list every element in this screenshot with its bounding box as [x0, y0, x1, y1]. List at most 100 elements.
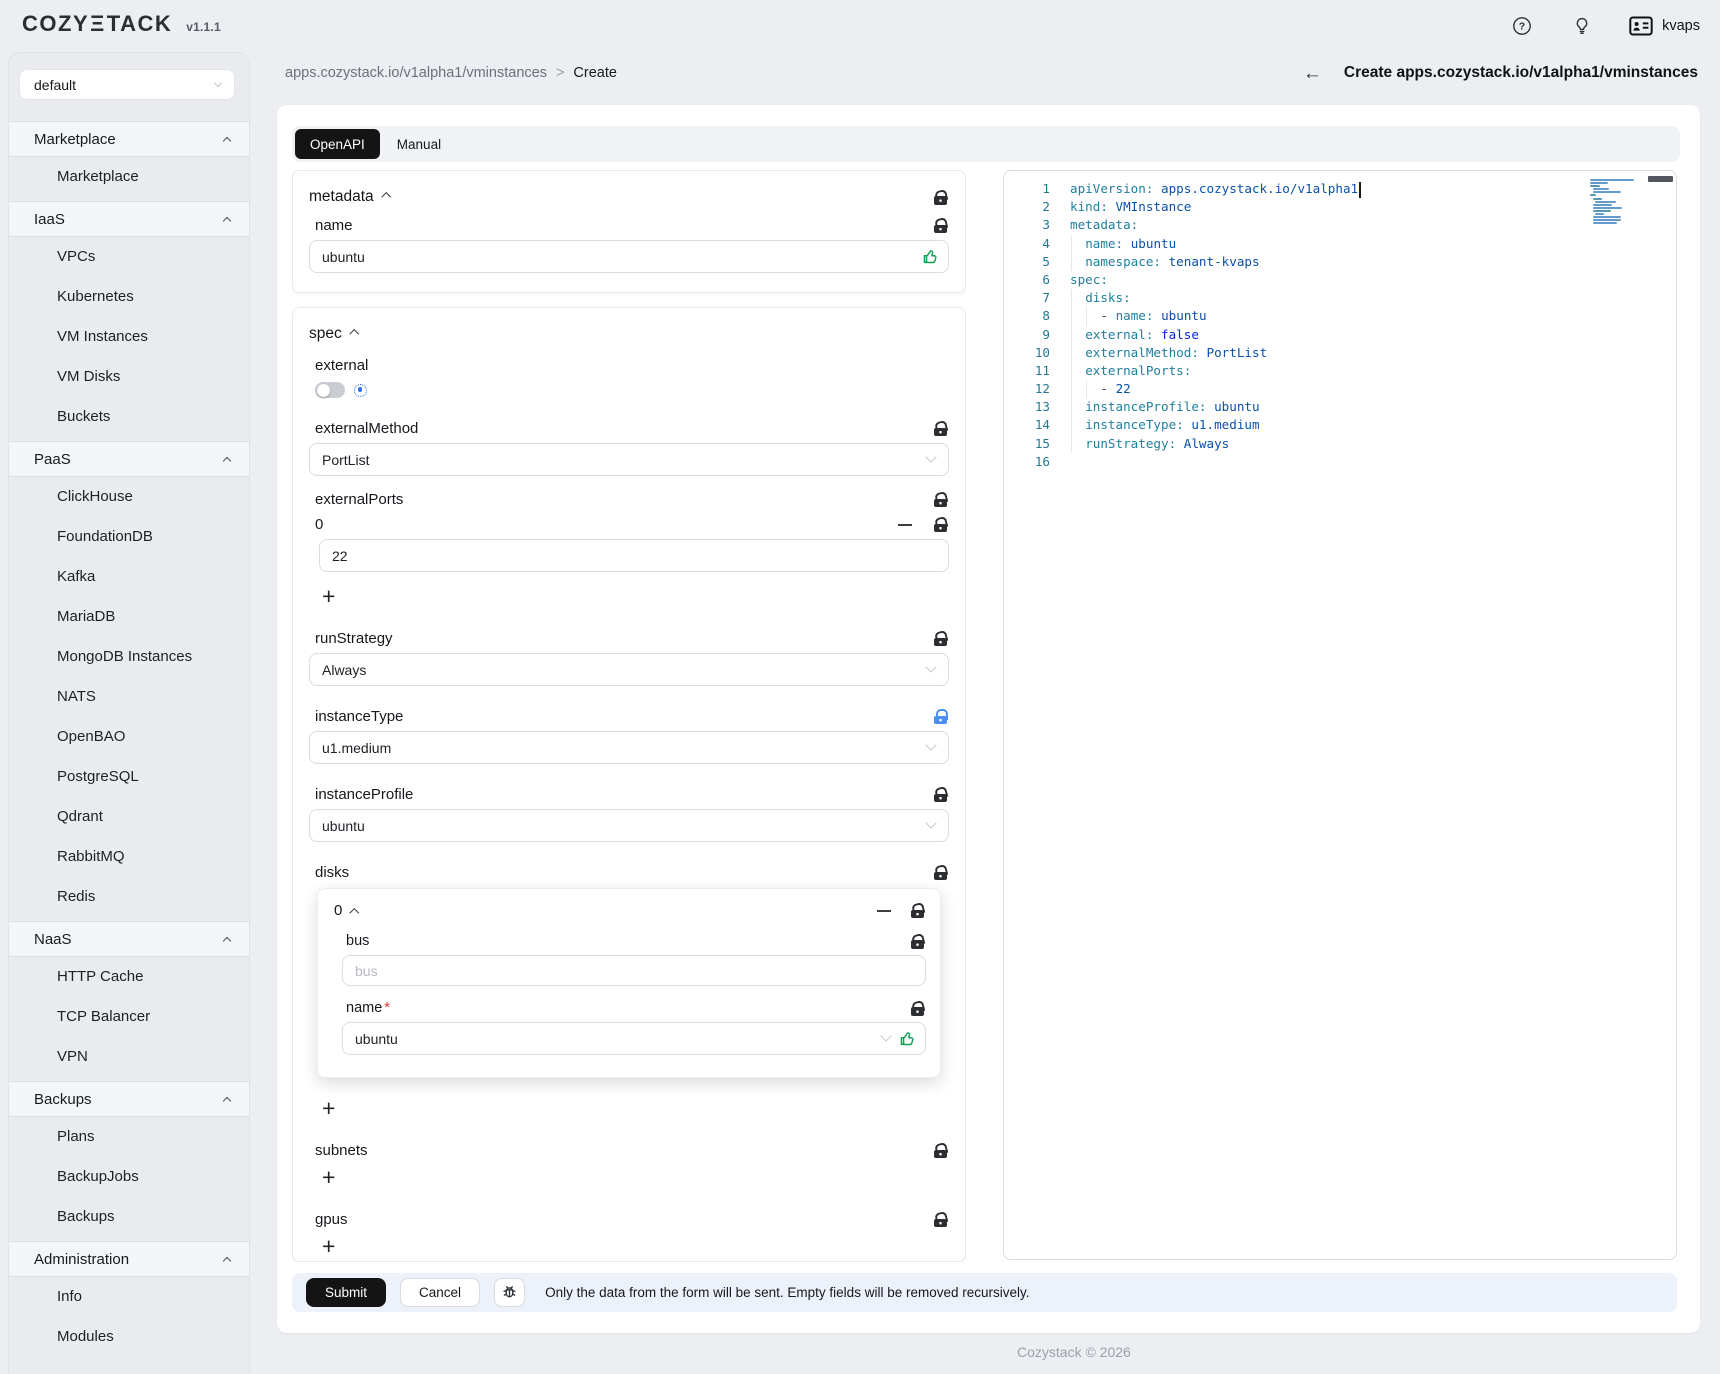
sidebar-item-vpcs[interactable]: VPCs: [9, 237, 249, 277]
instanceType-select[interactable]: u1.medium: [309, 731, 949, 764]
disks-item-toggle[interactable]: 0: [334, 902, 358, 919]
footer-copyright: Cozystack © 2026: [1017, 1344, 1131, 1360]
sidebar-item-openbao[interactable]: OpenBAO: [9, 717, 249, 757]
runStrategy-select[interactable]: Always: [309, 653, 949, 686]
instanceProfile-select[interactable]: ubuntu: [309, 809, 949, 842]
sidebar-item-backups[interactable]: Backups: [9, 1197, 249, 1237]
sidebar-item-kubernetes[interactable]: Kubernetes: [9, 277, 249, 317]
yaml-editor[interactable]: 12345678910111213141516 apiVersion: apps…: [1003, 170, 1677, 1260]
sidebar-item-plans[interactable]: Plans: [9, 1117, 249, 1157]
sidebar-item-marketplace[interactable]: Marketplace: [9, 157, 249, 197]
bus-input[interactable]: [342, 955, 926, 986]
sidebar-section-label: Administration: [34, 1251, 129, 1268]
disk-name-value: ubuntu: [355, 1031, 398, 1047]
sidebar-section-paas[interactable]: PaaS: [9, 441, 249, 477]
tab-openapi[interactable]: OpenAPI: [295, 129, 380, 159]
sidebar-item-buckets[interactable]: Buckets: [9, 397, 249, 437]
sidebar-section-administration[interactable]: Administration: [9, 1241, 249, 1277]
lock-open-icon[interactable]: [934, 218, 947, 233]
lock-open-icon[interactable]: [934, 1212, 947, 1227]
editor-minimap[interactable]: [1590, 179, 1640, 225]
metadata-section-toggle[interactable]: metadata: [309, 188, 389, 206]
lock-open-icon[interactable]: [934, 1143, 947, 1158]
cozystack-logo[interactable]: COZYΞTACK v1.1.1: [22, 11, 221, 37]
sidebar-item-clickhouse[interactable]: ClickHouse: [9, 477, 249, 517]
lock-open-icon[interactable]: [911, 1001, 924, 1016]
sidebar-item-redis[interactable]: Redis: [9, 877, 249, 917]
instanceProfile-value: ubuntu: [322, 818, 365, 834]
sidebar-item-foundationdb[interactable]: FoundationDB: [9, 517, 249, 557]
editor-scrollbar-thumb[interactable]: [1648, 176, 1673, 182]
line-number: 13: [1004, 398, 1050, 416]
code-line: disks:: [1070, 289, 1606, 307]
sidebar-section-marketplace[interactable]: Marketplace: [9, 121, 249, 157]
sidebar-item-vm-disks[interactable]: VM Disks: [9, 357, 249, 397]
sidebar-item-tcp-balancer[interactable]: TCP Balancer: [9, 997, 249, 1037]
debug-button[interactable]: [494, 1278, 525, 1307]
metadata-name-input[interactable]: [309, 240, 949, 273]
default-value-icon[interactable]: [354, 384, 367, 397]
theme-button[interactable]: [1569, 13, 1595, 39]
submit-button[interactable]: Submit: [306, 1278, 386, 1307]
instanceProfile-field: ubuntu: [309, 809, 949, 842]
sidebar-item-kafka[interactable]: Kafka: [9, 557, 249, 597]
breadcrumb-path[interactable]: apps.cozystack.io/v1alpha1/vminstances: [285, 65, 547, 81]
sidebar-item-qdrant[interactable]: Qdrant: [9, 797, 249, 837]
lock-open-icon[interactable]: [911, 934, 924, 949]
code-line: externalMethod: PortList: [1070, 344, 1606, 362]
sidebar-item-http-cache[interactable]: HTTP Cache: [9, 957, 249, 997]
thumbs-up-icon[interactable]: [899, 1030, 916, 1052]
disk-name-select[interactable]: ubuntu: [342, 1022, 926, 1055]
externalMethod-select[interactable]: PortList: [309, 443, 949, 476]
sidebar-item-mongodb-instances[interactable]: MongoDB Instances: [9, 637, 249, 677]
sidebar-item-modules[interactable]: Modules: [9, 1317, 249, 1357]
lock-open-icon[interactable]: [934, 787, 947, 802]
code-line: runStrategy: Always: [1070, 435, 1606, 453]
add-disk-button[interactable]: +: [322, 1096, 344, 1120]
add-externalPorts-item-button[interactable]: +: [322, 584, 344, 608]
breadcrumb: apps.cozystack.io/v1alpha1/vminstances>C…: [285, 65, 617, 81]
metadata-name-field: [309, 240, 949, 273]
sidebar-item-info[interactable]: Info: [9, 1277, 249, 1317]
form-column: metadata name spec external: [292, 170, 966, 1262]
chevron-up-icon: [223, 1097, 231, 1105]
add-gpu-button[interactable]: +: [322, 1234, 344, 1258]
help-button[interactable]: ?: [1509, 13, 1535, 39]
chevron-up-icon: [223, 457, 231, 465]
remove-disk-icon[interactable]: [877, 910, 891, 912]
line-number: 12: [1004, 380, 1050, 398]
sidebar-section-naas[interactable]: NaaS: [9, 921, 249, 957]
external-toggle[interactable]: [315, 382, 345, 398]
externalPorts-field-label: externalPorts: [315, 491, 403, 508]
sidebar-item-rabbitmq[interactable]: RabbitMQ: [9, 837, 249, 877]
lock-open-icon[interactable]: [911, 903, 924, 918]
sidebar-item-vm-instances[interactable]: VM Instances: [9, 317, 249, 357]
lock-open-icon[interactable]: [934, 631, 947, 646]
add-subnet-button[interactable]: +: [322, 1165, 344, 1189]
lock-open-icon[interactable]: [934, 421, 947, 436]
lock-open-icon[interactable]: [934, 190, 947, 205]
sidebar-item-nats[interactable]: NATS: [9, 677, 249, 717]
line-number: 15: [1004, 435, 1050, 453]
lock-open-icon[interactable]: [934, 865, 947, 880]
sidebar-item-mariadb[interactable]: MariaDB: [9, 597, 249, 637]
lock-open-icon[interactable]: [934, 517, 947, 532]
sidebar-item-vpn[interactable]: VPN: [9, 1037, 249, 1077]
externalPorts-item-input[interactable]: [319, 539, 949, 572]
user-menu[interactable]: kvaps: [1629, 16, 1700, 36]
editor-code[interactable]: apiVersion: apps.cozystack.io/v1alpha1ki…: [1070, 180, 1606, 471]
spec-section-toggle[interactable]: spec: [309, 325, 357, 343]
user-badge-icon: [1629, 16, 1653, 36]
lock-open-icon[interactable]: [934, 492, 947, 507]
lock-closed-icon[interactable]: [934, 709, 947, 724]
sidebar-section-backups[interactable]: Backups: [9, 1081, 249, 1117]
sidebar-item-postgresql[interactable]: PostgreSQL: [9, 757, 249, 797]
cancel-button[interactable]: Cancel: [400, 1278, 480, 1307]
tab-manual[interactable]: Manual: [382, 129, 456, 159]
tenant-select[interactable]: default: [19, 69, 235, 100]
remove-item-icon[interactable]: [898, 524, 912, 526]
back-arrow-icon[interactable]: ←: [1303, 64, 1322, 83]
sidebar-section-iaas[interactable]: IaaS: [9, 201, 249, 237]
sidebar-item-backupjobs[interactable]: BackupJobs: [9, 1157, 249, 1197]
thumbs-up-icon[interactable]: [922, 248, 939, 270]
